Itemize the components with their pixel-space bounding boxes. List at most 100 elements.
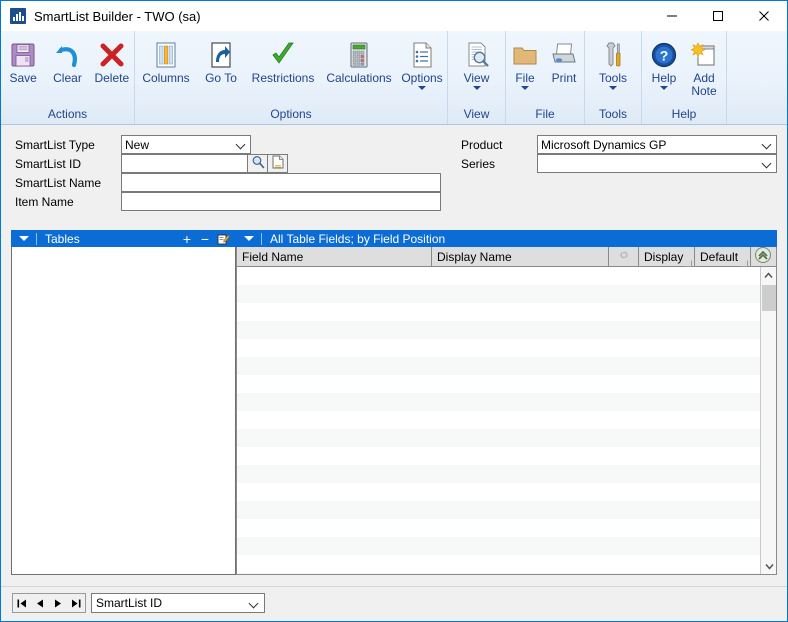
save-button[interactable]: Save xyxy=(1,35,45,85)
fields-panel: All Table Fields; by Field Position Fiel… xyxy=(236,230,777,575)
tables-edit-button[interactable] xyxy=(214,232,232,246)
chevron-down-icon[interactable] xyxy=(418,86,426,90)
table-row[interactable] xyxy=(237,447,760,465)
columns-button[interactable]: Columns xyxy=(135,35,197,85)
last-record-button[interactable] xyxy=(68,595,84,611)
series-label: Series xyxy=(461,156,496,171)
first-record-button[interactable] xyxy=(14,595,30,611)
series-select[interactable] xyxy=(537,154,777,173)
smartlist-id-new-button[interactable] xyxy=(268,154,288,173)
table-row[interactable] xyxy=(237,411,760,429)
table-row[interactable] xyxy=(237,501,760,519)
table-row[interactable] xyxy=(237,321,760,339)
ribbon-group-label-options: Options xyxy=(270,107,312,121)
title-bar: SmartList Builder - TWO (sa) xyxy=(1,1,787,31)
product-select[interactable]: Microsoft Dynamics GP xyxy=(537,135,777,154)
calculations-label: Calculations xyxy=(326,71,392,85)
table-row[interactable] xyxy=(237,519,760,537)
restrictions-button[interactable]: Restrictions xyxy=(245,35,321,85)
fields-expand-toggle[interactable] xyxy=(241,232,262,245)
calculations-button[interactable]: Calculations xyxy=(321,35,397,85)
item-name-input[interactable] xyxy=(121,192,441,211)
chevron-down-icon[interactable] xyxy=(472,86,481,90)
table-row[interactable] xyxy=(237,393,760,411)
smartlist-type-select[interactable]: New xyxy=(121,135,251,154)
calculator-icon xyxy=(344,38,374,72)
table-row[interactable] xyxy=(237,303,760,321)
field-row-product: Product Microsoft Dynamics GP xyxy=(459,135,777,154)
tables-expand-toggle[interactable] xyxy=(16,232,37,245)
help-button[interactable]: ? Help xyxy=(644,35,684,90)
collapse-grid-button[interactable] xyxy=(751,247,774,266)
chevron-down-icon[interactable] xyxy=(660,86,668,90)
tables-list[interactable] xyxy=(11,247,236,575)
maximize-button[interactable] xyxy=(695,1,741,31)
view-label: View xyxy=(463,71,490,85)
wrench-screwdriver-icon xyxy=(598,38,628,72)
goto-button[interactable]: Go To xyxy=(197,35,245,85)
smartlist-id-input[interactable] xyxy=(121,154,248,173)
next-record-button[interactable] xyxy=(50,595,66,611)
goto-label: Go To xyxy=(205,71,237,85)
view-button[interactable]: View xyxy=(449,35,505,90)
table-row[interactable] xyxy=(237,375,760,393)
red-x-icon xyxy=(97,38,127,72)
smartlist-name-input[interactable] xyxy=(121,173,441,192)
file-button[interactable]: File xyxy=(506,35,544,90)
tables-add-button[interactable]: + xyxy=(178,232,196,246)
table-row[interactable] xyxy=(237,537,760,555)
ribbon-group-label-file: File xyxy=(535,107,555,121)
table-row[interactable] xyxy=(237,267,760,285)
minimize-button[interactable] xyxy=(649,1,695,31)
column-header-field-name[interactable]: Field Name xyxy=(237,247,432,266)
table-row[interactable] xyxy=(237,483,760,501)
column-header-default[interactable]: Default xyxy=(695,247,751,267)
column-header-link[interactable] xyxy=(609,247,639,266)
ribbon-toolbar: Save Clear Delete Actions Columns Go To … xyxy=(1,31,787,125)
scroll-down-button[interactable] xyxy=(761,558,776,574)
column-resize-grip[interactable] xyxy=(741,256,748,267)
smartlist-id-lookup-button[interactable] xyxy=(248,154,268,173)
clear-button[interactable]: Clear xyxy=(45,35,89,85)
table-row[interactable] xyxy=(237,429,760,447)
field-row-smartlist-type: SmartList Type New xyxy=(11,135,441,154)
add-note-button[interactable]: Add Note xyxy=(684,35,724,98)
table-row[interactable] xyxy=(237,285,760,303)
scrollbar-thumb[interactable] xyxy=(762,285,776,311)
column-resize-grip[interactable] xyxy=(685,256,692,267)
close-button[interactable] xyxy=(741,1,787,31)
table-row[interactable] xyxy=(237,465,760,483)
ribbon-group-tools: Tools Tools xyxy=(584,31,641,124)
ribbon-group-options: Columns Go To Restrictions Calculations … xyxy=(134,31,447,124)
chevron-down-icon[interactable] xyxy=(521,86,529,90)
options-button[interactable]: Options xyxy=(397,35,447,90)
table-row[interactable] xyxy=(237,339,760,357)
delete-button[interactable]: Delete xyxy=(90,35,134,85)
table-row[interactable] xyxy=(237,555,760,573)
record-navigation xyxy=(12,593,86,613)
fields-grid[interactable] xyxy=(236,267,777,575)
table-row[interactable] xyxy=(237,573,760,574)
blue-question-icon: ? xyxy=(649,38,679,72)
browse-by-select[interactable]: SmartList ID xyxy=(91,593,265,613)
print-button[interactable]: Print xyxy=(544,35,584,85)
ribbon-group-label-tools: Tools xyxy=(598,107,627,121)
fields-grid-scrollbar[interactable] xyxy=(760,267,776,574)
column-header-display[interactable]: Display xyxy=(639,247,695,267)
delete-label: Delete xyxy=(94,71,130,85)
window-content: SmartList Type New SmartList ID SmartLis… xyxy=(1,125,787,621)
table-row[interactable] xyxy=(237,357,760,375)
scroll-up-button[interactable] xyxy=(761,267,776,283)
chevron-down-icon xyxy=(244,236,254,241)
new-document-icon xyxy=(272,155,284,172)
options-list-icon xyxy=(407,38,437,72)
chevron-down-icon[interactable] xyxy=(609,86,617,90)
tables-panel-title: Tables xyxy=(45,231,80,246)
tools-button[interactable]: Tools xyxy=(585,35,641,90)
fields-panel-header: All Table Fields; by Field Position xyxy=(236,230,777,247)
previous-record-button[interactable] xyxy=(32,595,48,611)
file-label: File xyxy=(515,71,535,85)
product-value: Microsoft Dynamics GP xyxy=(541,137,667,152)
tables-remove-button[interactable]: − xyxy=(196,232,214,246)
column-header-display-name[interactable]: Display Name xyxy=(432,247,609,266)
